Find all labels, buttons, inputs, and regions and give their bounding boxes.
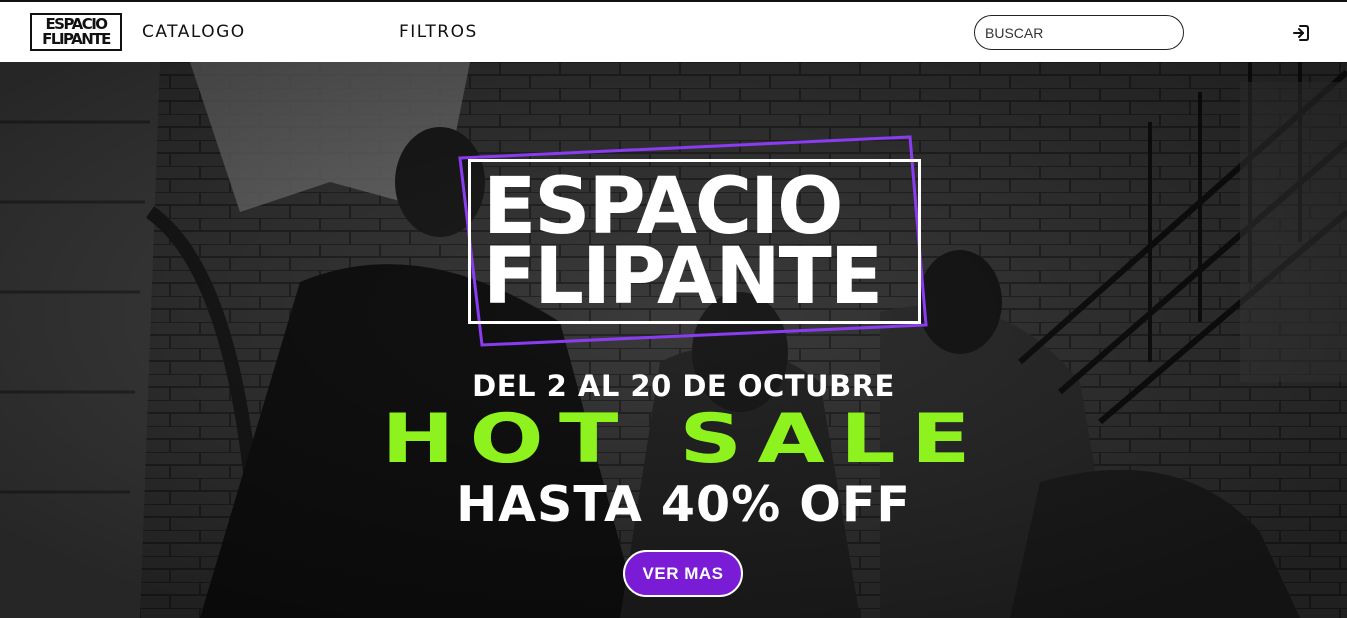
brand-line-2: FLIPANTE — [483, 231, 883, 322]
promo-headline: HOT SALE — [381, 400, 986, 479]
promo-discount: HASTA 40% OFF — [456, 476, 911, 533]
promo-dates: DEL 2 AL 20 DE OCTUBRE — [472, 369, 895, 403]
site-logo[interactable]: ESPACIO FLIPANTE — [30, 13, 122, 51]
brand-line-1: ESPACIO — [483, 161, 843, 252]
nav-link-catalogo[interactable]: CATALOGO — [142, 22, 246, 42]
search-input[interactable] — [974, 15, 1184, 50]
login-button[interactable] — [1289, 22, 1313, 44]
ver-mas-button[interactable]: VER MAS — [623, 550, 743, 597]
brand-logo-box: ESPACIO FLIPANTE — [468, 159, 921, 324]
login-icon — [1293, 25, 1309, 41]
navbar: ESPACIO FLIPANTE CATALOGO FILTROS — [0, 2, 1347, 62]
nav-link-filtros[interactable]: FILTROS — [399, 22, 478, 42]
logo-line-2: FLIPANTE — [42, 30, 111, 48]
hero-banner: ESPACIO FLIPANTE DEL 2 AL 20 DE OCTUBRE … — [0, 62, 1347, 618]
